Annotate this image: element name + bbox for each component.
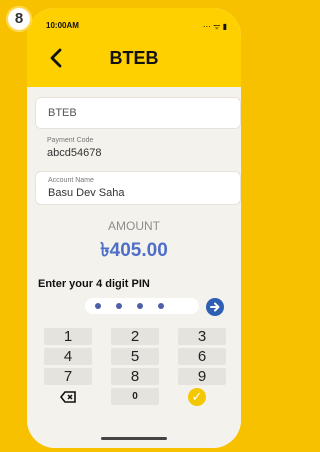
home-indicator: [101, 437, 167, 440]
next-arrow-icon[interactable]: [206, 298, 224, 316]
account-name-label: Account Name: [48, 177, 94, 184]
header: 10:00AM ⋯ ᯤ ▮ BTEB: [27, 8, 241, 87]
key-8[interactable]: 8: [111, 368, 159, 385]
payment-code-value: abcd54678: [47, 147, 102, 159]
key-0[interactable]: 0: [111, 388, 159, 405]
payment-code-field: Payment Code abcd54678: [35, 132, 239, 166]
key-2[interactable]: 2: [111, 328, 159, 345]
pin-dot: [95, 303, 101, 309]
confirm-button[interactable]: ✓: [188, 388, 206, 406]
phone-screen: 10:00AM ⋯ ᯤ ▮ BTEB BTEB Payment Code abc…: [27, 8, 241, 448]
pin-dot: [137, 303, 143, 309]
pin-dot: [158, 303, 164, 309]
account-name-value: Basu Dev Saha: [48, 187, 125, 199]
status-icons: ⋯ ᯤ ▮: [202, 22, 227, 31]
status-time: 10:00AM: [46, 21, 79, 30]
page-title: BTEB: [109, 48, 159, 68]
checkmark-icon: ✓: [191, 389, 203, 404]
amount-value: ৳405.00: [100, 240, 168, 261]
pin-label: Enter your 4 digit PIN: [38, 278, 150, 290]
backspace-icon: [59, 391, 76, 403]
step-badge: 8: [6, 6, 32, 32]
account-name-field[interactable]: Account Name Basu Dev Saha: [35, 171, 241, 205]
key-6[interactable]: 6: [178, 348, 226, 365]
biller-value: BTEB: [48, 107, 77, 119]
backspace-button[interactable]: [44, 388, 92, 405]
payment-form: BTEB Payment Code abcd54678 Account Name…: [27, 87, 241, 448]
key-5[interactable]: 5: [111, 348, 159, 365]
key-4[interactable]: 4: [44, 348, 92, 365]
payment-code-label: Payment Code: [47, 137, 94, 144]
pin-input[interactable]: [85, 298, 199, 314]
key-7[interactable]: 7: [44, 368, 92, 385]
key-1[interactable]: 1: [44, 328, 92, 345]
pin-dot: [116, 303, 122, 309]
biller-field[interactable]: BTEB: [35, 97, 241, 129]
amount-label: AMOUNT: [108, 219, 160, 233]
key-3[interactable]: 3: [178, 328, 226, 345]
key-9[interactable]: 9: [178, 368, 226, 385]
